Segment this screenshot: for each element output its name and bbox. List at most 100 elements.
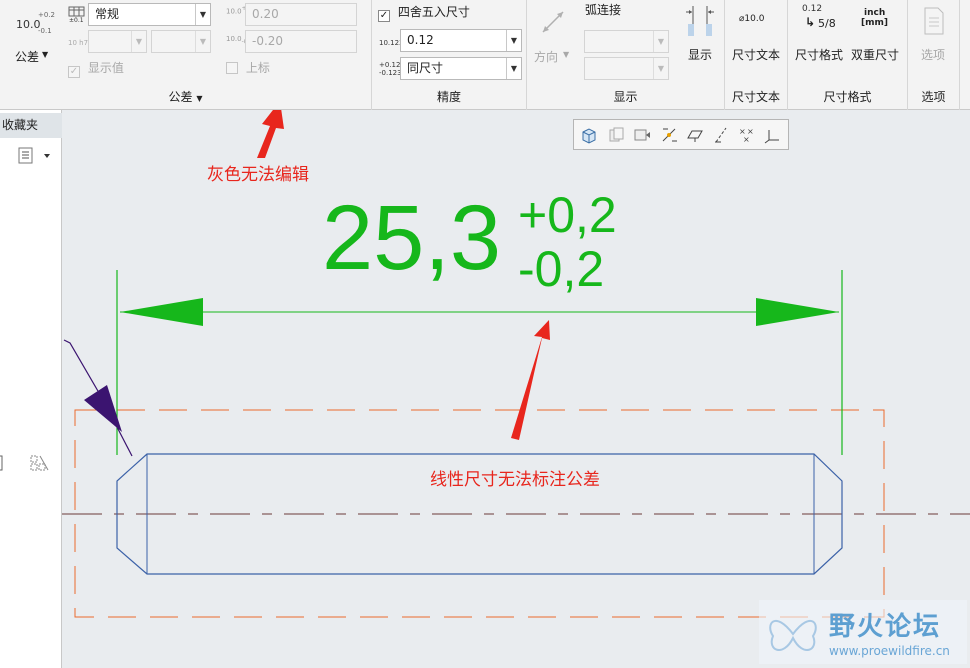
plane-display-icon[interactable] [686,126,704,144]
dimension-format-group-label: 尺寸格式 [823,90,872,104]
favorites-list-button[interactable] [17,146,55,166]
point-display-icon[interactable]: × ×× [738,126,756,144]
display-group-label: 显示 [613,90,638,104]
chevron-down-icon: ▼ [196,94,203,103]
watermark-brand: 野火论坛 [829,612,942,642]
options-button-label: 选项 [921,48,946,62]
hole-fit-select[interactable]: ▼ [88,30,147,53]
precision-group-label: 精度 [436,90,461,104]
dual-icon-bottom: [mm] [861,18,888,28]
butterfly-logo-icon [769,619,817,651]
tolerance-group-label[interactable]: 公差 ▼ [0,88,371,105]
options-group-label: 选项 [921,90,946,104]
layer-filter-button[interactable] [0,452,60,474]
tolerance-icon: 10.0 +0.2 -0.1 [16,10,55,36]
csys-display-icon[interactable] [764,126,782,144]
dimension-text-group: ⌀10.0 尺寸文本 尺寸文本 [725,0,788,110]
decimal-places-select[interactable]: 0.12 ▼ [400,29,522,52]
tolerance-icon-plus: +0.2 [38,11,55,19]
upper-mark-checkbox[interactable] [226,62,238,74]
chevron-down-icon: ▼ [653,31,668,52]
shaft-fit-select[interactable]: ▼ [151,30,211,53]
dimension-text-group-label: 尺寸文本 [731,90,780,104]
dimension-arrow-right [756,298,839,326]
options-document-icon [922,6,946,36]
svg-text:×: × [743,135,750,144]
dimension-format-group: 0.12 ↳ 5/8 尺寸格式 inch [mm] 双重尺寸 尺寸格式 [788,0,908,110]
tolerance-icon-minus: -0.1 [38,27,52,35]
show-label: 显示 [688,48,713,62]
copy-view-icon[interactable] [607,126,625,144]
dimension-value[interactable]: 25,3 [322,192,501,284]
upper-tolerance-value: 0.20 [252,7,279,21]
chevron-down-icon: ▼ [506,58,521,79]
red-arrow-up-1 [257,110,284,158]
upper-mark-option[interactable]: 上标 [226,59,270,76]
chevron-down-icon: ▼ [131,31,146,52]
format-arrow-icon: ↳ [805,15,816,29]
chevron-down-icon: ▼ [195,4,210,25]
svg-text:±0.1: ±0.1 [69,17,84,22]
graphics-toolbar: × × × [573,119,789,150]
saved-view-icon[interactable] [633,126,651,144]
dimension-text-button[interactable]: ⌀10.0 尺寸文本 [728,4,786,64]
fit-icon: 10 h7 [68,39,89,47]
datum-display-icon[interactable] [660,126,678,144]
decimal-places-value: 0.12 [407,33,434,47]
chevron-down-icon: ▼ [653,58,668,79]
tolerance-precision-select[interactable]: 同尺寸 ▼ [400,57,522,80]
display-group: 方向 ▼ 弧连接 ▼ ▼ 显示 显示 [527,0,725,110]
dimension-format-button-label: 尺寸格式 [795,48,844,62]
tolerance-format-value: 常规 [95,7,120,21]
arc-join-select-2[interactable]: ▼ [584,57,669,80]
chevron-down-icon: ▼ [42,50,49,59]
favorites-header[interactable]: 收藏夹 [0,113,62,138]
round-dimension-option[interactable]: ✓ 四舍五入尺寸 [378,3,470,22]
dimension-tolerance-upper[interactable]: +0,2 [518,190,617,240]
watermark: 野火论坛 www.proewildfire.cn [759,600,967,664]
chevron-down-icon: ▼ [563,50,570,59]
show-witness-icon [685,4,715,38]
round-dimension-label: 四舍五入尺寸 [397,5,470,19]
tolerance-precision-value: 同尺寸 [407,61,444,75]
graphics-canvas[interactable]: 25,3 +0,2 -0,2 灰色无法编辑 线性尺寸无法标注公差 野火论坛 ww… [62,110,970,668]
format-icon-fraction: 5/8 [818,17,836,30]
show-button[interactable]: 显示 [680,2,720,64]
tolerance-button[interactable]: 10.0 +0.2 -0.1 公差 ▼ [8,4,56,64]
round-dimension-checkbox[interactable]: ✓ [378,10,390,22]
dimension-tolerance-lower[interactable]: -0,2 [518,244,604,294]
dual-dimension-button[interactable]: inch [mm] 双重尺寸 [848,2,906,64]
precision-group: ✓ 四舍五入尺寸 10.123 0.12 ▼ +0.123 -0.123 同尺寸 … [372,0,527,110]
tolerance-group-title: 公差 [168,90,193,104]
dimension-arrow-left [120,298,203,326]
tolerance-icon-nominal: 10.0 [16,18,41,31]
list-icon [18,147,50,164]
upper-tolerance-input[interactable]: 0.20 [245,3,357,26]
tolerance-format-select[interactable]: 常规 ▼ [88,3,211,26]
axis-display-icon[interactable] [712,126,730,144]
dimension-text-button-label: 尺寸文本 [732,48,781,62]
show-value-label: 显示值 [87,61,124,75]
dual-icon-top: inch [864,8,886,18]
tolerance-button-label: 公差 [15,50,40,64]
red-arrow-up-2 [511,320,550,440]
arc-join-select-1[interactable]: ▼ [584,30,669,53]
options-button[interactable]: 选项 [914,4,954,64]
cube-view-icon[interactable] [580,126,598,144]
dimension-format-button[interactable]: 0.12 ↳ 5/8 尺寸格式 [792,2,848,64]
lower-tolerance-input[interactable]: -0.20 [245,30,357,53]
chevron-down-icon: ▼ [506,30,521,51]
layer-filter-icon [0,455,49,471]
upper-mark-label: 上标 [245,61,270,75]
show-value-checkbox[interactable]: ✓ [68,66,80,78]
ribbon: 10.0 +0.2 -0.1 公差 ▼ ±0.1 常规 ▼ 10 h7 ▼ ▼ … [0,0,970,110]
linear-dimension-note: 线性尺寸无法标注公差 [430,470,600,490]
show-value-option[interactable]: ✓ 显示值 [68,59,124,78]
options-group: 选项 选项 [908,0,960,110]
dual-dimension-button-label: 双重尺寸 [851,48,900,62]
direction-label: 方向 [534,50,559,64]
gray-uneditable-note: 灰色无法编辑 [207,165,309,185]
arc-join-label: 弧连接 [585,3,622,17]
leader-arrow [84,385,122,432]
direction-button[interactable]: 方向 ▼ [531,4,575,64]
